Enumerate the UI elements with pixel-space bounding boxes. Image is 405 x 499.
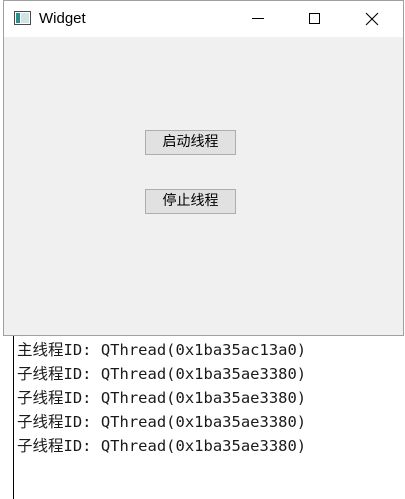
- console-line-prefix: 子线程: [17, 389, 64, 407]
- console-line: 子线程ID: QThread(0x1ba35ae3380): [17, 434, 306, 458]
- title-bar[interactable]: Widget: [4, 1, 403, 37]
- close-button[interactable]: [349, 1, 395, 37]
- stop-thread-button[interactable]: 停止线程: [145, 189, 236, 214]
- close-icon: [365, 12, 379, 26]
- minimize-icon: [252, 18, 264, 19]
- console-line-text: ID: QThread(0x1ba35ae3380): [63, 365, 307, 383]
- console-line-text: ID: QThread(0x1ba35ae3380): [63, 437, 307, 455]
- console-lines: 主线程ID: QThread(0x1ba35ac13a0) 子线程ID: QTh…: [17, 338, 306, 458]
- console-line-prefix: 子线程: [17, 365, 64, 383]
- minimize-button[interactable]: [234, 1, 280, 37]
- console-line: 主线程ID: QThread(0x1ba35ac13a0): [17, 338, 306, 362]
- console-line: 子线程ID: QThread(0x1ba35ae3380): [17, 410, 306, 434]
- widget-content: 启动线程 停止线程: [4, 37, 403, 335]
- window-title: Widget: [39, 10, 86, 27]
- start-thread-button[interactable]: 启动线程: [145, 130, 236, 155]
- widget-window: Widget 启动线程 停止线程: [3, 0, 404, 336]
- maximize-icon: [309, 13, 320, 24]
- console-line-prefix: 子线程: [17, 437, 64, 455]
- console-left-border: [13, 336, 14, 499]
- maximize-button[interactable]: [292, 1, 338, 37]
- app-icon[interactable]: [14, 11, 31, 25]
- console-line-text: ID: QThread(0x1ba35ae3380): [63, 413, 307, 431]
- console-line-prefix: 主线程: [17, 341, 64, 359]
- console-line-text: ID: QThread(0x1ba35ae3380): [63, 389, 307, 407]
- console-line: 子线程ID: QThread(0x1ba35ae3380): [17, 386, 306, 410]
- console-line-prefix: 子线程: [17, 413, 64, 431]
- console-line-text: ID: QThread(0x1ba35ac13a0): [63, 341, 307, 359]
- console-line: 子线程ID: QThread(0x1ba35ae3380): [17, 362, 306, 386]
